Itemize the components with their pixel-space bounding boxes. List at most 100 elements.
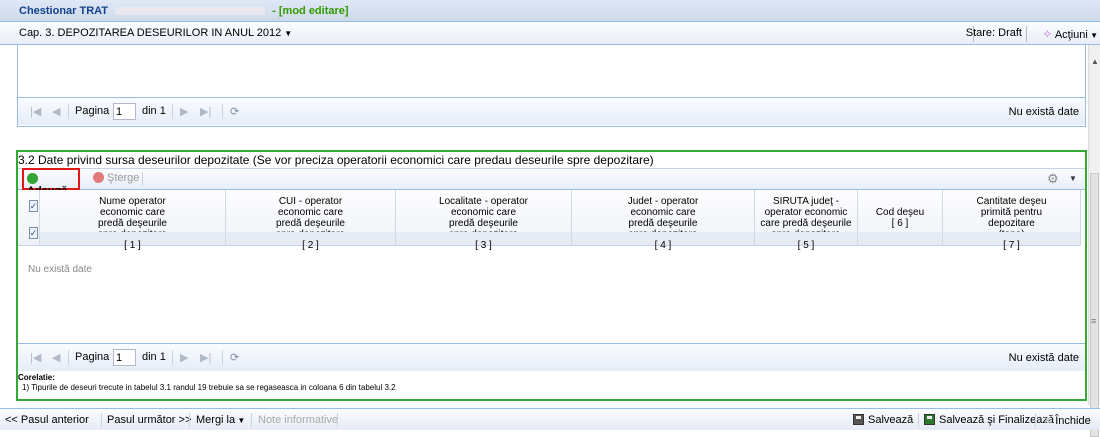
prev-page-icon[interactable]: ◀ xyxy=(52,105,60,118)
scroll-up-icon[interactable]: ▲ xyxy=(1091,57,1099,66)
previous-step-button[interactable]: << Pasul anterior xyxy=(5,414,89,426)
save-button[interactable]: Salvează xyxy=(853,414,913,426)
row-checkbox[interactable]: ✓ xyxy=(28,227,39,239)
divider xyxy=(1035,413,1036,427)
section-title: 3.2 Date privind sursa deseurilor depozi… xyxy=(18,153,654,167)
page-number-input[interactable] xyxy=(113,103,136,120)
info-notes-button[interactable]: Note informative xyxy=(258,414,338,426)
vertical-scrollbar[interactable]: ▲ ≡ xyxy=(1088,45,1100,437)
window-title: Chestionar TRAT xyxy=(19,5,109,17)
column-number: [ 4 ] xyxy=(654,240,672,251)
goto-label: Mergi la xyxy=(196,414,236,426)
chevron-down-icon[interactable]: ▼ xyxy=(1069,174,1077,183)
column-header-text: operator economic xyxy=(764,207,848,218)
refresh-icon[interactable]: ⟳ xyxy=(230,105,239,118)
no-data-label: Nu există date xyxy=(1008,352,1079,364)
correlation-note: Corelatie: 1) Tipurile de deseuri trecut… xyxy=(18,373,396,393)
page-count-label: din 1 xyxy=(142,351,166,363)
actions-menu-button[interactable]: ✧ Acţiuni ▼ xyxy=(1042,27,1098,41)
gear-icon[interactable]: ⚙ xyxy=(1047,171,1059,187)
column-number: [ 3 ] xyxy=(475,240,492,251)
column-header[interactable]: SIRUTA judeţ - operator economic care pred… xyxy=(755,190,858,251)
select-all-checkbox[interactable]: ✓ xyxy=(28,200,39,212)
column-header[interactable]: Cod deşeu[ 6 ] xyxy=(858,190,943,246)
column-number-band xyxy=(858,232,942,245)
add-icon xyxy=(27,173,38,184)
column-header-text: Nume operator xyxy=(99,196,166,207)
chapter-label: Cap. 3. DEPOZITAREA DESEURILOR IN ANUL 2… xyxy=(19,27,282,39)
actions-label: Acţiuni xyxy=(1054,29,1088,41)
redacted-text xyxy=(115,7,266,16)
divider xyxy=(1026,26,1027,42)
column-header-text: SIRUTA judeţ - xyxy=(773,196,839,207)
delete-icon xyxy=(93,172,104,183)
goto-menu-button[interactable]: Mergi la ▼ xyxy=(196,414,245,426)
column-header[interactable]: Nume operator economic care predă deşeuril… xyxy=(40,190,226,251)
add-button[interactable]: Adaugă xyxy=(22,168,80,197)
column-header-text: depozitare xyxy=(988,218,1035,229)
column-header-text: Judet - operator xyxy=(627,196,699,207)
save-icon xyxy=(853,414,864,425)
edit-mode-label: - [mod editare] xyxy=(272,5,349,17)
column-number: [ 6 ] xyxy=(891,218,909,229)
divider xyxy=(68,104,69,119)
correlation-text: 1) Tipurile de deseuri trecute in tabelu… xyxy=(22,383,396,392)
column-header[interactable]: Localitate - operator economic care predă … xyxy=(396,190,572,251)
section-pager: |◀ ◀ Pagina din 1 ▶ ▶| ⟳ Nu există date xyxy=(18,343,1085,371)
top-grid: |◀ ◀ Pagina din 1 ▶ ▶| ⟳ Nu există date xyxy=(17,45,1086,127)
save-finalize-label: Salvează şi Finalizează xyxy=(939,414,1054,426)
column-number: [ 1 ] xyxy=(124,240,141,251)
column-header[interactable]: Judet - operator economic care predă deşeu… xyxy=(572,190,755,251)
divider xyxy=(222,350,223,365)
chevron-down-icon: ▼ xyxy=(235,416,246,425)
column-header-text: care predă deşeurile xyxy=(760,218,852,229)
refresh-icon[interactable]: ⟳ xyxy=(230,351,239,364)
sparkle-icon: ✧ xyxy=(1042,27,1053,41)
first-page-icon[interactable]: |◀ xyxy=(30,351,41,364)
column-header-text: predă deşeurile xyxy=(276,218,345,229)
column-header-text: primită pentru xyxy=(980,207,1043,218)
close-button[interactable]: ✕ Închide xyxy=(1043,414,1091,427)
last-page-icon[interactable]: ▶| xyxy=(200,351,211,364)
last-page-icon[interactable]: ▶| xyxy=(200,105,211,118)
divider xyxy=(172,104,173,119)
select-column: ✓ ✓ xyxy=(18,190,40,246)
divider xyxy=(251,413,252,427)
next-step-button[interactable]: Pasul următor >> xyxy=(107,414,191,426)
column-number: [ 7 ] xyxy=(1003,240,1020,251)
column-header[interactable]: Cantitate deşeuprimită pentrudepozitare(… xyxy=(943,190,1081,251)
column-header-text: predă deşeurile xyxy=(449,218,518,229)
column-header-text: economic care xyxy=(450,207,517,218)
status-label: Stare: Draft xyxy=(965,27,1022,39)
grip-icon: ≡ xyxy=(1091,316,1097,326)
delete-button[interactable]: Şterge xyxy=(93,172,139,184)
column-header-text: Localitate - operator xyxy=(439,196,528,207)
window-title-bar: Chestionar TRAT - [mod editare] xyxy=(0,0,1100,22)
chapter-selector[interactable]: Cap. 3. DEPOZITAREA DESEURILOR IN ANUL 2… xyxy=(0,22,1100,45)
close-icon: ✕ xyxy=(1043,415,1053,427)
first-page-icon[interactable]: |◀ xyxy=(30,105,41,118)
column-header-text: CUI - operator xyxy=(278,196,343,207)
empty-grid-message: Nu există date xyxy=(28,264,92,275)
divider xyxy=(101,413,102,427)
save-label: Salvează xyxy=(868,414,914,426)
column-header-text: Cod deşeu xyxy=(875,207,925,218)
scrollbar-thumb[interactable] xyxy=(1090,173,1099,437)
close-label: Închide xyxy=(1055,415,1091,427)
next-page-icon[interactable]: ▶ xyxy=(180,105,188,118)
next-page-icon[interactable]: ▶ xyxy=(180,351,188,364)
divider xyxy=(222,104,223,119)
divider xyxy=(189,413,190,427)
no-data-label: Nu există date xyxy=(1008,106,1079,118)
divider xyxy=(142,172,143,186)
column-header-text: predă deşeurile xyxy=(628,218,698,229)
column-header-text: economic care xyxy=(630,207,696,218)
column-number: [ 2 ] xyxy=(302,240,319,251)
prev-page-icon[interactable]: ◀ xyxy=(52,351,60,364)
divider xyxy=(172,350,173,365)
page-number-input[interactable] xyxy=(113,349,136,366)
column-header[interactable]: CUI - operator economic care predă deşeuri… xyxy=(226,190,396,251)
divider xyxy=(337,413,338,427)
column-header-text: Cantitate deşeu xyxy=(976,196,1047,207)
page-label: Pagina xyxy=(75,351,110,363)
